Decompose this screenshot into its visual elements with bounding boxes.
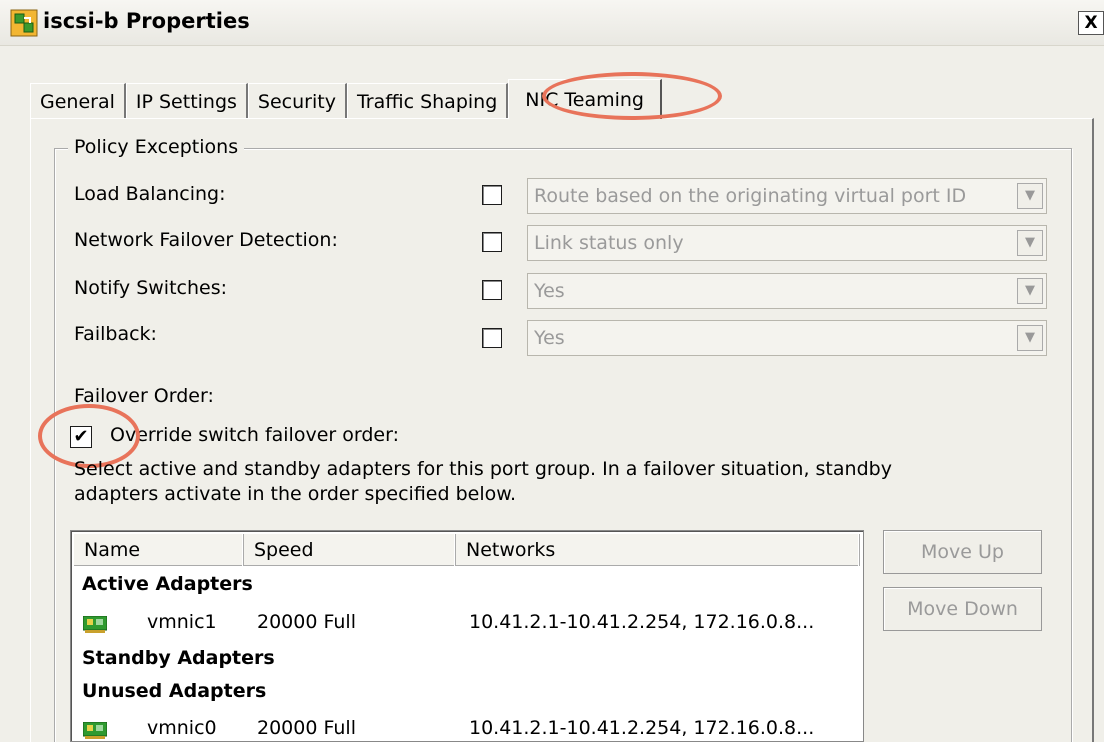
- adapter-speed: 20000 Full: [257, 611, 356, 633]
- notify-switches-label: Notify Switches:: [74, 277, 228, 299]
- unused-adapters-title: Unused Adapters: [82, 680, 267, 702]
- policy-exceptions-legend: Policy Exceptions: [68, 136, 245, 158]
- failover-detection-checkbox[interactable]: [482, 232, 502, 252]
- failback-value: Yes: [534, 327, 565, 349]
- window-title: iscsi-b Properties: [43, 9, 250, 33]
- failover-detection-select[interactable]: Link status only ▼: [527, 225, 1047, 261]
- notify-switches-checkbox[interactable]: [482, 280, 502, 300]
- adapter-speed: 20000 Full: [257, 717, 356, 739]
- tab-nic-teaming[interactable]: NIC Teaming: [508, 79, 662, 119]
- load-balancing-select[interactable]: Route based on the originating virtual p…: [527, 178, 1047, 214]
- tab-ip-settings[interactable]: IP Settings: [125, 83, 248, 119]
- load-balancing-label: Load Balancing:: [74, 183, 226, 205]
- close-button[interactable]: X: [1078, 11, 1104, 35]
- column-header-name[interactable]: Name: [74, 534, 244, 566]
- load-balancing-checkbox[interactable]: [482, 185, 502, 205]
- chevron-down-icon: ▼: [1017, 278, 1043, 304]
- description-line-1: Select active and standby adapters for t…: [74, 458, 892, 480]
- failback-select[interactable]: Yes ▼: [527, 320, 1047, 356]
- adapter-name: vmnic0: [147, 717, 217, 739]
- override-failover-label: Override switch failover order:: [110, 424, 399, 446]
- move-down-button[interactable]: Move Down: [883, 587, 1042, 631]
- chevron-down-icon: ▼: [1017, 230, 1043, 256]
- adapter-row-vmnic0[interactable]: vmnic0 20000 Full 10.41.2.1-10.41.2.254,…: [71, 715, 861, 741]
- move-up-button[interactable]: Move Up: [883, 530, 1042, 574]
- chevron-down-icon: ▼: [1017, 325, 1043, 351]
- load-balancing-value: Route based on the originating virtual p…: [534, 185, 967, 207]
- adapter-name: vmnic1: [147, 611, 217, 633]
- active-adapters-title: Active Adapters: [82, 573, 253, 595]
- adapter-networks: 10.41.2.1-10.41.2.254, 172.16.0.8...: [469, 611, 815, 633]
- failover-detection-label: Network Failover Detection:: [74, 229, 338, 251]
- notify-switches-value: Yes: [534, 280, 565, 302]
- column-header-networks[interactable]: Networks: [456, 534, 860, 566]
- chevron-down-icon: ▼: [1017, 183, 1043, 209]
- adapter-list[interactable]: Name Speed Networks Active Adapters vmni…: [70, 530, 864, 742]
- port-group-icon: [10, 9, 38, 37]
- failover-order-title: Failover Order:: [74, 385, 214, 407]
- tab-strip: General IP Settings Security Traffic Sha…: [30, 79, 662, 119]
- override-failover-checkbox[interactable]: ✔: [70, 426, 92, 448]
- failover-detection-value: Link status only: [534, 232, 684, 254]
- notify-switches-select[interactable]: Yes ▼: [527, 273, 1047, 309]
- adapter-networks: 10.41.2.1-10.41.2.254, 172.16.0.8...: [469, 717, 815, 739]
- tab-traffic-shaping[interactable]: Traffic Shaping: [346, 83, 509, 119]
- adapter-row-vmnic1[interactable]: vmnic1 20000 Full 10.41.2.1-10.41.2.254,…: [71, 609, 861, 639]
- column-header-speed[interactable]: Speed: [244, 534, 456, 566]
- nic-icon: [83, 722, 107, 739]
- nic-icon: [83, 616, 107, 633]
- adapter-list-header: Name Speed Networks: [74, 534, 860, 566]
- failback-checkbox[interactable]: [482, 328, 502, 348]
- failback-label: Failback:: [74, 323, 157, 345]
- title-bar: iscsi-b Properties X: [0, 0, 1104, 46]
- description-line-2: adapters activate in the order specified…: [74, 483, 517, 505]
- tab-general[interactable]: General: [30, 83, 126, 119]
- standby-adapters-title: Standby Adapters: [82, 647, 275, 669]
- tab-security[interactable]: Security: [247, 83, 347, 119]
